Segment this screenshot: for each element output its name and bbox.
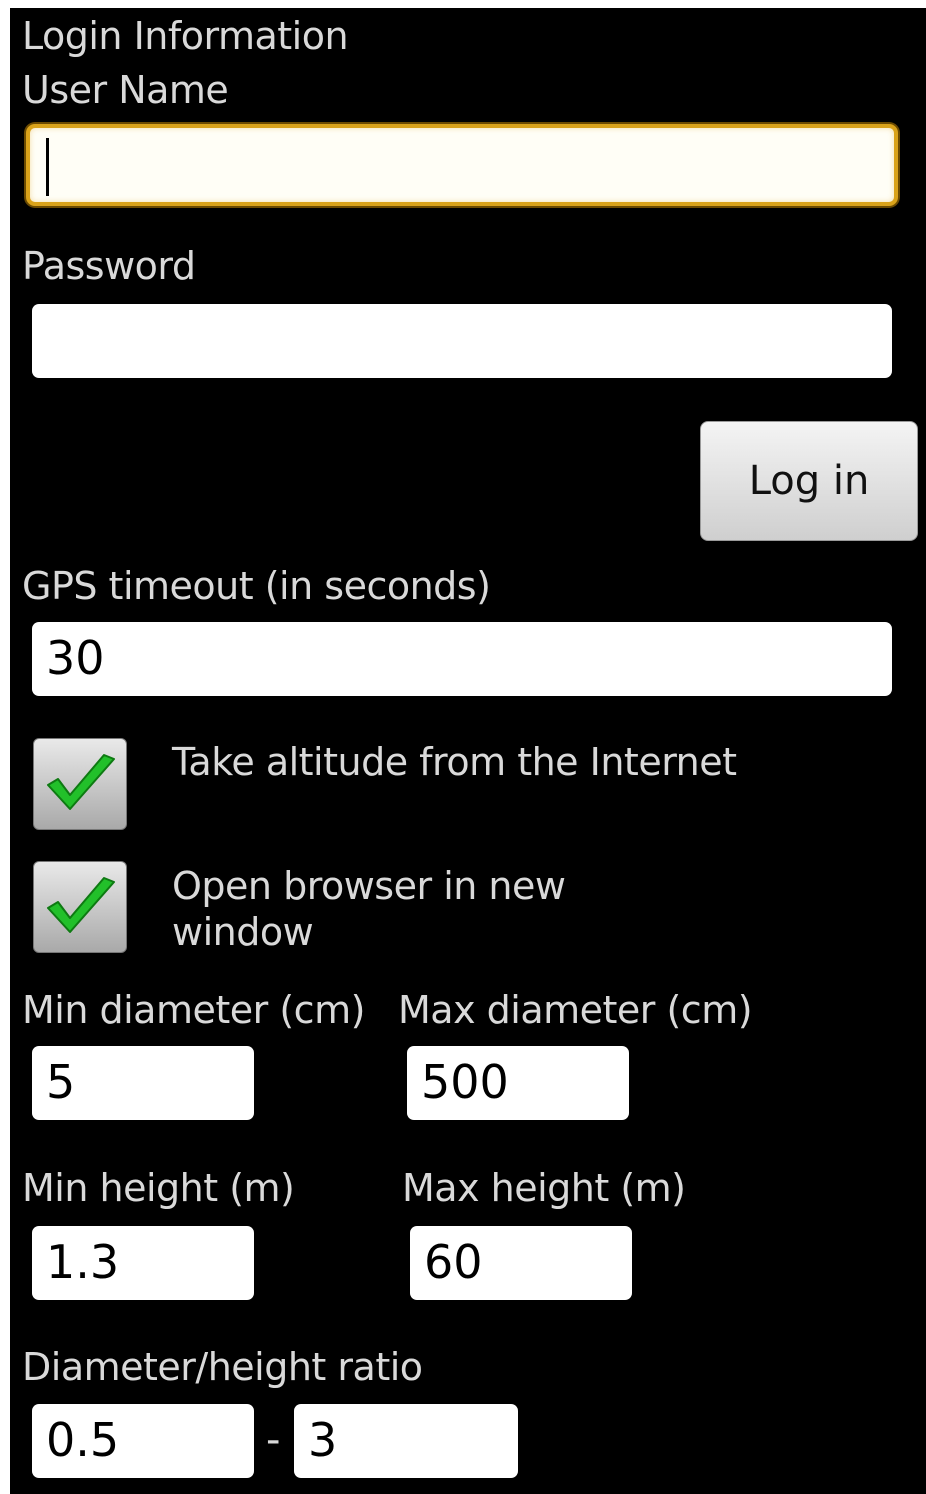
checkmark-icon (47, 754, 115, 810)
gps-timeout-input[interactable]: 30 (32, 622, 892, 696)
text-caret (46, 138, 49, 196)
checkmark-icon (47, 877, 115, 933)
password-input[interactable] (32, 304, 892, 378)
max-height-value: 60 (424, 1235, 483, 1289)
ratio-min-value: 0.5 (46, 1413, 120, 1467)
gps-timeout-label: GPS timeout (in seconds) (22, 564, 491, 608)
altitude-checkbox[interactable] (33, 738, 127, 830)
settings-screen: Login Information User Name Password Log… (10, 8, 926, 1494)
min-height-label: Min height (m) (22, 1166, 295, 1210)
browser-label-line1: Open browser in new (172, 864, 566, 908)
max-height-input[interactable]: 60 (410, 1226, 632, 1300)
section-title: Login Information (22, 14, 349, 58)
ratio-max-input[interactable]: 3 (294, 1404, 518, 1478)
max-height-label: Max height (m) (402, 1166, 686, 1210)
max-diameter-value: 500 (421, 1055, 509, 1109)
min-diameter-label: Min diameter (cm) (22, 988, 365, 1032)
max-diameter-input[interactable]: 500 (407, 1046, 629, 1120)
username-input[interactable] (26, 124, 898, 206)
ratio-max-value: 3 (308, 1413, 338, 1467)
login-button[interactable]: Log in (700, 421, 918, 541)
password-label: Password (22, 244, 196, 288)
ratio-label: Diameter/height ratio (22, 1345, 423, 1389)
username-label: User Name (22, 68, 229, 112)
altitude-label: Take altitude from the Internet (172, 740, 737, 784)
max-diameter-label: Max diameter (cm) (398, 988, 753, 1032)
ratio-min-input[interactable]: 0.5 (32, 1404, 254, 1478)
ratio-separator: - (266, 1417, 281, 1463)
min-diameter-input[interactable]: 5 (32, 1046, 254, 1120)
gps-timeout-value: 30 (46, 631, 105, 685)
min-diameter-value: 5 (46, 1055, 76, 1109)
min-height-value: 1.3 (46, 1235, 120, 1289)
min-height-input[interactable]: 1.3 (32, 1226, 254, 1300)
browser-checkbox[interactable] (33, 861, 127, 953)
browser-label-line2: window (172, 910, 314, 954)
